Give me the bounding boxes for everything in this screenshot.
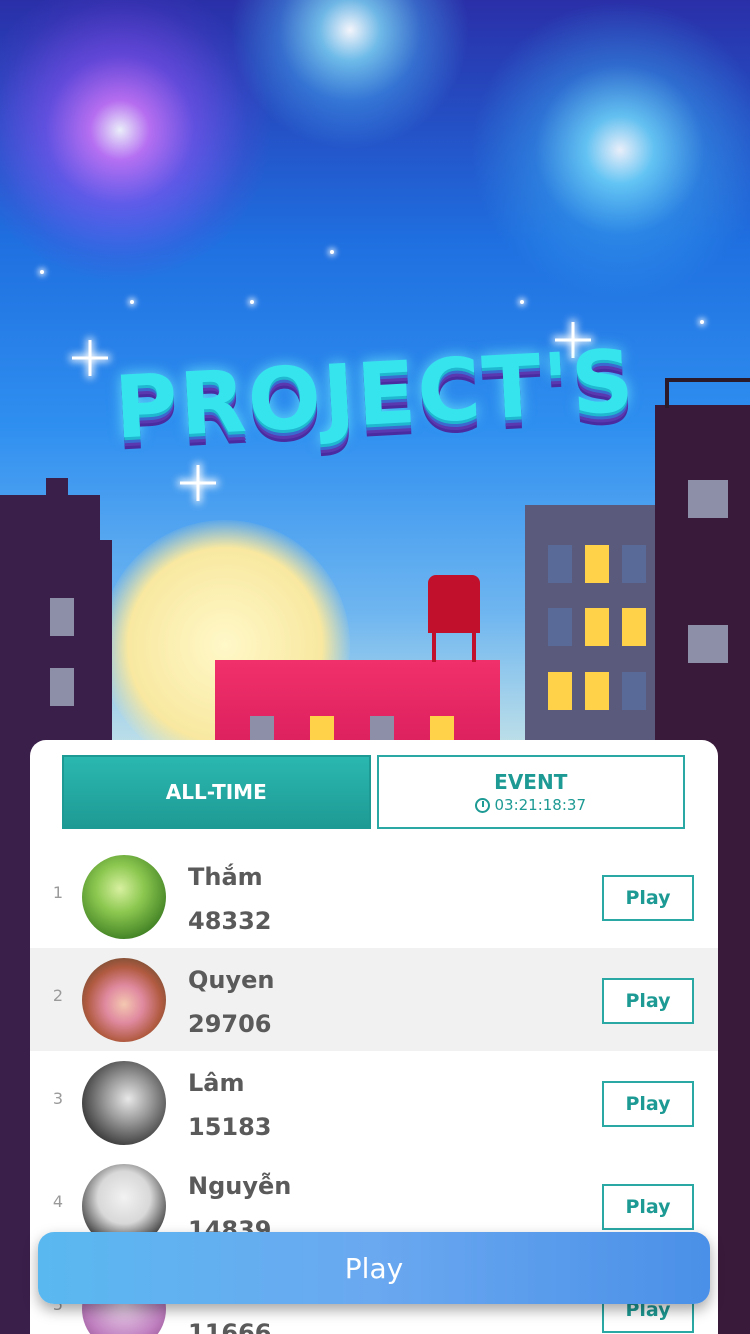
rank-number: 1	[52, 883, 64, 902]
water-tank	[428, 575, 480, 633]
avatar	[82, 855, 166, 939]
player-name: Quyen	[188, 966, 275, 994]
building-window	[430, 716, 454, 740]
tab-all-time-label: ALL-TIME	[165, 780, 267, 804]
tab-event[interactable]: EVENT 03:21:18:37	[376, 755, 685, 829]
building-window	[548, 672, 572, 710]
play-button[interactable]: Play	[602, 875, 694, 921]
play-button[interactable]: Play	[602, 1081, 694, 1127]
building-window	[50, 668, 74, 706]
building-window	[622, 545, 646, 583]
building-window	[622, 672, 646, 710]
star-icon	[130, 300, 134, 304]
rank-number: 2	[52, 986, 64, 1005]
building-window	[548, 545, 572, 583]
play-button[interactable]: Play	[602, 978, 694, 1024]
player-name: Nguyễn	[188, 1172, 292, 1200]
avatar	[82, 958, 166, 1042]
leaderboard-tabs: ALL-TIME EVENT 03:21:18:37	[62, 755, 685, 829]
stopwatch-icon	[475, 797, 491, 813]
play-main-button[interactable]: Play	[38, 1232, 710, 1304]
building-window	[310, 716, 334, 740]
building-window	[250, 716, 274, 740]
sparkle-icon	[180, 465, 216, 501]
building-window	[370, 716, 394, 740]
player-score: 48332	[188, 907, 272, 935]
player-score: 15183	[188, 1113, 272, 1141]
rank-number: 4	[52, 1192, 64, 1211]
player-score: 11666	[188, 1319, 272, 1334]
star-icon	[330, 250, 334, 254]
player-score: 29706	[188, 1010, 272, 1038]
leaderboard-row: 3 Lâm 15183 Play	[30, 1051, 718, 1154]
building-window	[585, 545, 609, 583]
tab-event-label: EVENT	[494, 770, 568, 794]
player-name: Lâm	[188, 1069, 245, 1097]
building-window	[688, 625, 728, 663]
chimney	[46, 478, 68, 518]
building-window	[622, 608, 646, 646]
star-icon	[40, 270, 44, 274]
star-icon	[700, 320, 704, 324]
water-tank-legs	[432, 632, 476, 662]
play-button[interactable]: Play	[602, 1184, 694, 1230]
building-window	[585, 672, 609, 710]
building-window	[50, 598, 74, 636]
player-name: Thắm	[188, 863, 263, 891]
avatar	[82, 1061, 166, 1145]
event-countdown: 03:21:18:37	[475, 796, 586, 814]
leaderboard-row: 1 Thắm 48332 Play	[30, 845, 718, 948]
building-window	[548, 608, 572, 646]
star-icon	[250, 300, 254, 304]
leaderboard-row: 2 Quyen 29706 Play	[30, 948, 718, 1051]
rooftop-rail	[665, 378, 750, 408]
rank-number: 3	[52, 1089, 64, 1108]
event-timer-text: 03:21:18:37	[494, 796, 586, 814]
star-icon	[520, 300, 524, 304]
firework-decoration	[470, 0, 750, 300]
firework-decoration	[0, 0, 270, 280]
building-window	[688, 480, 728, 518]
tab-all-time[interactable]: ALL-TIME	[62, 755, 371, 829]
building-window	[585, 608, 609, 646]
